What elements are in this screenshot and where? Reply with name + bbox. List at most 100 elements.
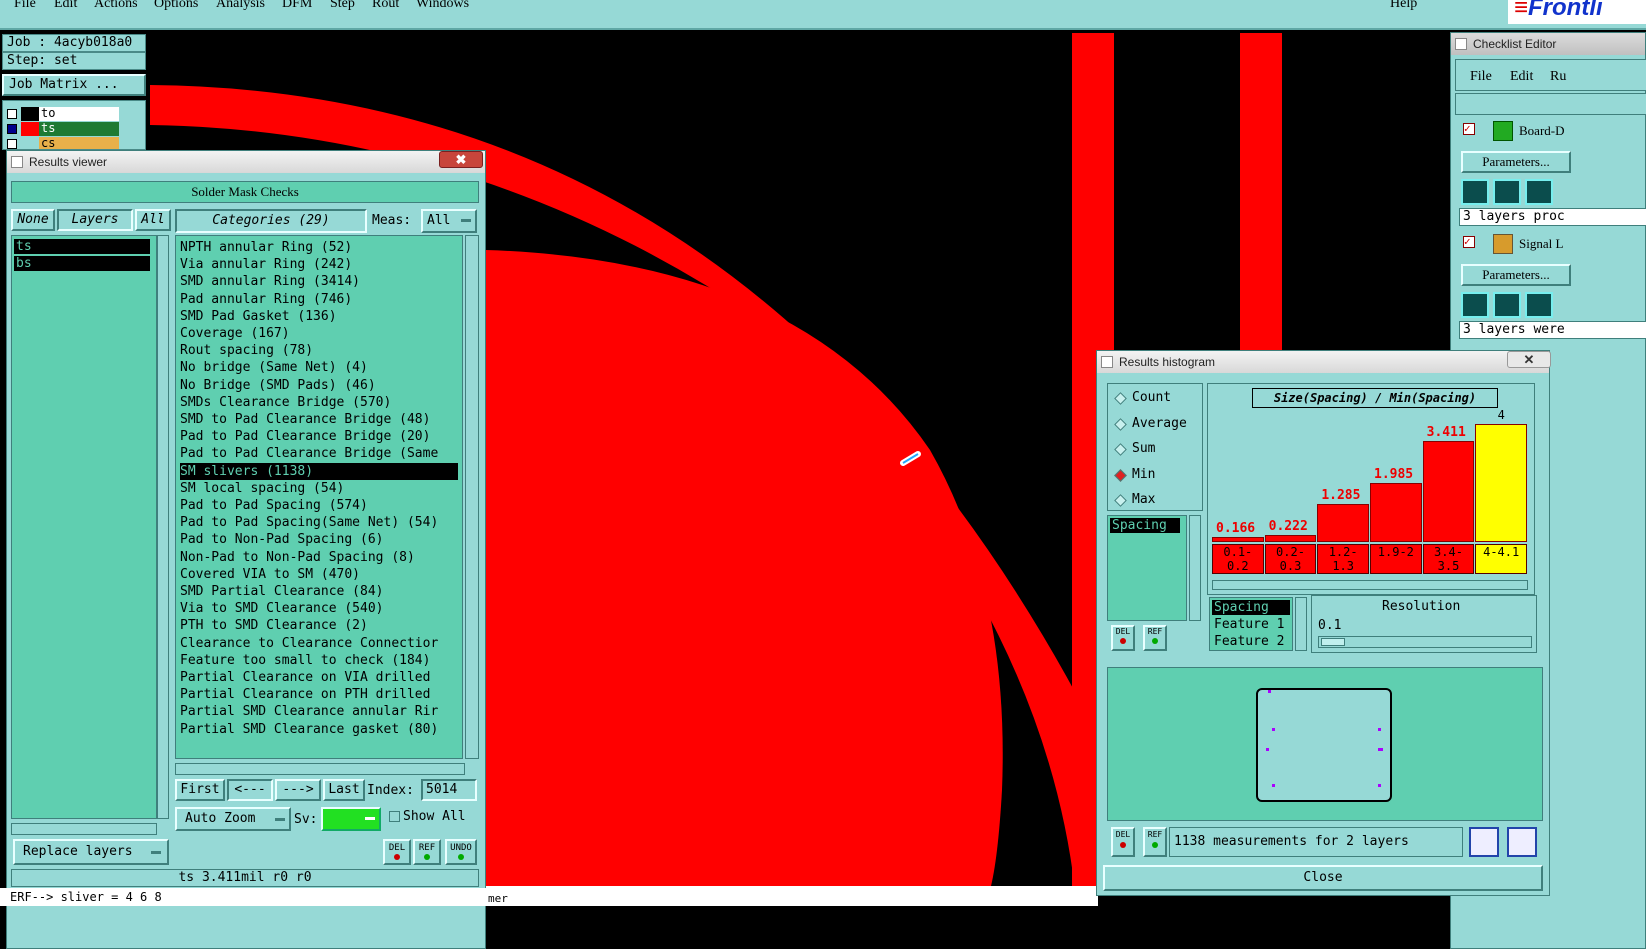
layer-list-scrollbar[interactable] [157, 235, 169, 819]
index-input[interactable]: 5014 [421, 779, 477, 801]
category-item[interactable]: Pad to Non-Pad Spacing (6) [180, 531, 458, 548]
refresh-button[interactable]: REF [413, 839, 441, 865]
category-item[interactable]: SMD to Pad Clearance Bridge (48) [180, 411, 458, 428]
category-item[interactable]: SM local spacing (54) [180, 480, 458, 497]
menu-edit[interactable]: Edit [1510, 69, 1533, 85]
results-viewer-titlebar[interactable]: Results viewer [7, 151, 485, 173]
menu-actions[interactable]: Actions [94, 0, 138, 12]
category-item[interactable]: SM slivers (1138) [180, 462, 458, 480]
category-item[interactable]: Feature too small to check (184) [180, 652, 458, 669]
list-item[interactable]: Feature 1 [1214, 617, 1284, 632]
chart-hscrollbar[interactable] [1212, 580, 1528, 590]
category-item[interactable]: Partial Clearance on VIA drilled [180, 669, 458, 686]
measure-list-scrollbar[interactable] [1189, 515, 1201, 621]
bin-label[interactable]: 1.9-2 [1370, 544, 1422, 574]
bin-label[interactable]: 1.2-1.3 [1317, 544, 1369, 574]
menu-analysis[interactable]: Analysis [216, 0, 265, 12]
layer-row-ts[interactable]: ts [7, 122, 119, 136]
mode-radio-count[interactable]: Count [1114, 390, 1198, 408]
category-item[interactable]: SMDs Clearance Bridge (570) [180, 394, 458, 411]
run-icon[interactable] [1493, 179, 1521, 205]
list-item[interactable]: Spacing [1110, 518, 1180, 533]
zoom-to-icon[interactable] [1469, 827, 1499, 857]
menu-file[interactable]: File [1470, 69, 1492, 85]
layer-row-to[interactable]: to [7, 107, 119, 121]
category-item[interactable]: SMD annular Ring (3414) [180, 273, 458, 290]
menu-edit[interactable]: Edit [54, 0, 77, 12]
run-icon[interactable] [1525, 292, 1553, 318]
category-item[interactable]: Coverage (167) [180, 325, 458, 342]
mode-radio-min[interactable]: Min [1114, 467, 1198, 485]
category-item[interactable]: Pad to Pad Clearance Bridge (Same [180, 445, 458, 462]
last-button[interactable]: Last [323, 779, 365, 801]
next-button[interactable]: ---> [275, 779, 321, 801]
menu-rout[interactable]: Rout [372, 0, 399, 12]
none-button[interactable]: None [11, 209, 55, 231]
menu-run[interactable]: Ru [1550, 69, 1566, 85]
replace-layers-select[interactable]: Replace layers [13, 839, 169, 865]
undo-button[interactable]: UNDO [445, 839, 477, 865]
list-item[interactable]: Spacing [1212, 600, 1290, 615]
layer-checkbox[interactable] [7, 109, 17, 119]
category-item[interactable]: Pad annular Ring (746) [180, 291, 458, 308]
menu-options[interactable]: Options [154, 0, 198, 12]
slider-thumb[interactable] [1321, 638, 1345, 646]
histogram-bar[interactable] [1422, 441, 1475, 542]
run-icon[interactable] [1461, 179, 1489, 205]
mode-radio-sum[interactable]: Sum [1114, 441, 1198, 459]
category-item[interactable]: No bridge (Same Net) (4) [180, 359, 458, 376]
layers-button[interactable]: Layers [57, 209, 133, 231]
job-matrix-button[interactable]: Job Matrix ... [2, 74, 146, 96]
category-list[interactable]: NPTH annular Ring (52) Via annular Ring (… [175, 235, 463, 759]
layer-list-hscrollbar[interactable] [11, 823, 157, 835]
layer-checkbox[interactable] [7, 139, 17, 149]
category-item[interactable]: Rout spacing (78) [180, 342, 458, 359]
histogram-bar[interactable] [1264, 535, 1317, 542]
refresh-button[interactable]: REF [1143, 827, 1167, 857]
action-checkbox[interactable]: ✓ [1463, 123, 1475, 135]
histogram-bar[interactable] [1317, 504, 1369, 542]
mode-radio-average[interactable]: Average [1114, 416, 1198, 434]
category-item[interactable]: Via annular Ring (242) [180, 256, 458, 273]
close-icon[interactable]: ✕ [1507, 351, 1551, 368]
bin-label[interactable]: 3.4-3.5 [1422, 544, 1475, 574]
meas-select[interactable]: All [421, 209, 477, 233]
bin-label[interactable]: 4-4.1 [1475, 544, 1527, 574]
run-icon[interactable] [1461, 292, 1489, 318]
category-item[interactable]: NPTH annular Ring (52) [180, 239, 458, 256]
show-all-checkbox[interactable] [389, 811, 400, 822]
field-list-scrollbar[interactable] [1295, 597, 1307, 651]
action-name[interactable]: Board-D [1519, 123, 1565, 139]
category-item[interactable]: Partial SMD Clearance annular Rir [180, 703, 458, 720]
category-item[interactable]: Pad to Pad Spacing (574) [180, 497, 458, 514]
histogram-bar[interactable] [1212, 537, 1264, 542]
action-checkbox[interactable]: ✓ [1463, 236, 1475, 248]
layer-row-cs[interactable]: cs [7, 137, 119, 149]
menu-dfm[interactable]: DFM [282, 0, 312, 12]
prev-button[interactable]: <--- [227, 779, 273, 801]
all-button[interactable]: All [135, 209, 171, 231]
bin-label[interactable]: 0.1-0.2 [1212, 544, 1264, 574]
category-item[interactable]: PTH to SMD Clearance (2) [180, 617, 458, 634]
categories-button[interactable]: Categories (29) [175, 209, 367, 233]
category-list-scrollbar[interactable] [465, 235, 479, 759]
menu-windows[interactable]: Windows [416, 0, 469, 12]
category-item[interactable]: Via to SMD Clearance (540) [180, 600, 458, 617]
mode-radio-max[interactable]: Max [1114, 492, 1198, 510]
delete-button[interactable]: DEL [1111, 827, 1135, 857]
highlight-icon[interactable] [1507, 827, 1537, 857]
category-item[interactable]: No Bridge (SMD Pads) (46) [180, 377, 458, 394]
category-item[interactable]: Partial SMD Clearance gasket (80) [180, 721, 458, 738]
close-icon[interactable]: ✖ [439, 151, 483, 168]
histogram-bar[interactable] [1475, 424, 1527, 542]
category-item[interactable]: Pad to Pad Spacing(Same Net) (54) [180, 514, 458, 531]
first-button[interactable]: First [175, 779, 225, 801]
category-item[interactable]: SMD Pad Gasket (136) [180, 308, 458, 325]
measure-list[interactable]: Spacing [1107, 515, 1187, 621]
run-icon[interactable] [1525, 179, 1553, 205]
category-item[interactable]: SMD Partial Clearance (84) [180, 583, 458, 600]
category-list-hscrollbar[interactable] [175, 763, 465, 775]
action-name[interactable]: Signal L [1519, 236, 1563, 252]
menu-file[interactable]: File [14, 0, 36, 12]
close-button[interactable]: Close [1103, 865, 1543, 891]
